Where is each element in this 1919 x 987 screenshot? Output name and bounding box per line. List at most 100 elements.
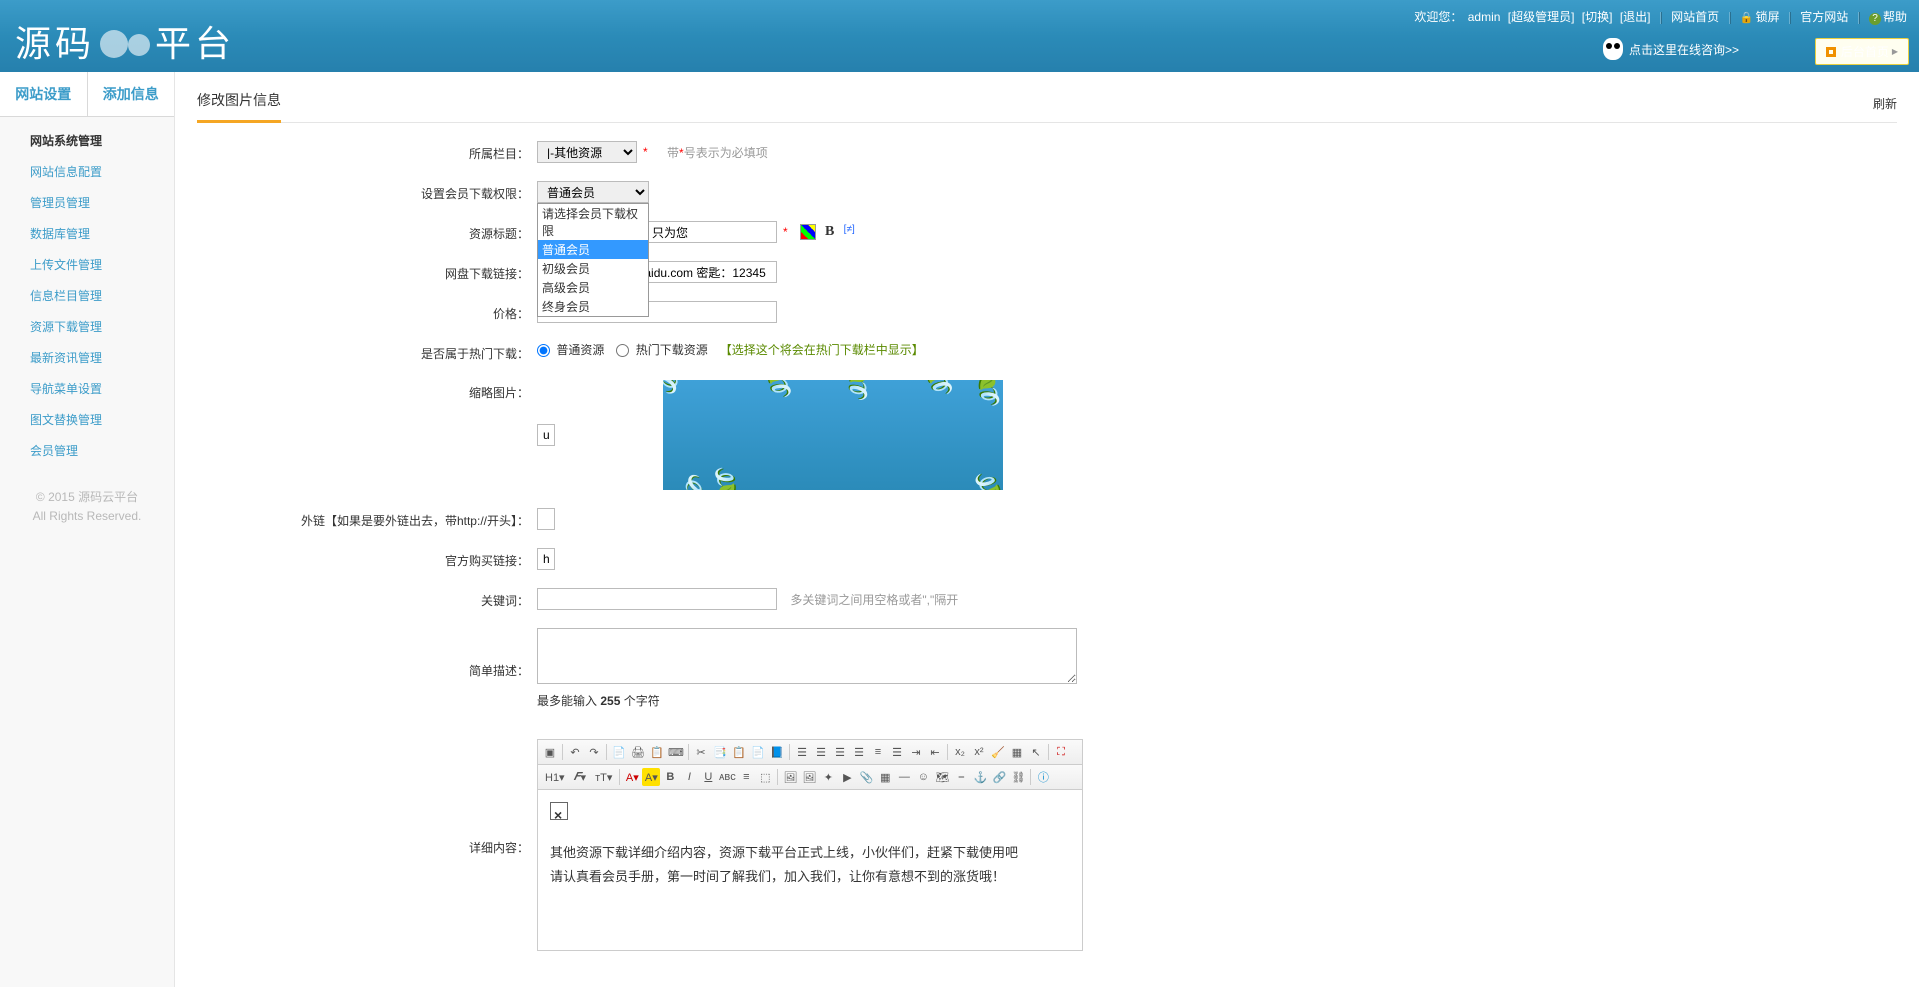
copy-icon[interactable]: 📑 xyxy=(711,743,729,761)
media-icon[interactable]: ▶ xyxy=(838,768,856,786)
source-icon[interactable]: ▣ xyxy=(541,743,559,761)
permission-select[interactable]: 普通会员 xyxy=(537,181,649,203)
italic-icon[interactable]: I xyxy=(680,768,698,786)
preview-icon[interactable]: 📄 xyxy=(610,743,628,761)
admin-link[interactable]: admin xyxy=(1468,10,1501,24)
required-star: * xyxy=(783,225,788,239)
paste-text-icon[interactable]: 📄 xyxy=(749,743,767,761)
row-description: 简单描述： 最多能输入 255 个字符 xyxy=(197,628,1897,709)
format-icon[interactable]: [≠] xyxy=(844,224,860,240)
emoji-icon[interactable]: ☺ xyxy=(914,768,932,786)
heading-icon[interactable]: H1▾ xyxy=(541,768,569,786)
top-links: 欢迎您： admin [超级管理员] [切换] [退出] 网站首页 锁屏 官方网… xyxy=(1414,8,1909,25)
menu-item[interactable]: 上传文件管理 xyxy=(0,249,174,280)
help-link[interactable]: 帮助 xyxy=(1869,10,1907,24)
lock-link[interactable]: 锁屏 xyxy=(1740,10,1780,24)
label: 外链【如果是要外链出去，带http://开头】： xyxy=(197,508,537,529)
unlink-icon[interactable]: ⛓ xyxy=(1009,768,1027,786)
menu-item[interactable]: 管理员管理 xyxy=(0,187,174,218)
bold-icon[interactable]: B xyxy=(661,768,679,786)
map-icon[interactable]: 🗺 xyxy=(933,768,951,786)
page-header: 修改图片信息 刷新 xyxy=(197,90,1897,123)
column-select[interactable]: |-其他资源 xyxy=(537,141,637,163)
perm-option[interactable]: 初级会员 xyxy=(538,259,648,278)
tab-site-settings[interactable]: 网站设置 xyxy=(0,72,88,116)
menu-item[interactable]: 资源下载管理 xyxy=(0,311,174,342)
align-right-icon[interactable]: ☰ xyxy=(831,743,849,761)
outdent-icon[interactable]: ⇤ xyxy=(926,743,944,761)
thumb-input[interactable] xyxy=(537,424,555,446)
print-icon[interactable]: 🖨 xyxy=(629,743,647,761)
multi-image-icon[interactable]: 🖼 xyxy=(800,768,818,786)
about-icon[interactable]: ⓘ xyxy=(1034,768,1052,786)
pagebreak-icon[interactable]: ⎯ xyxy=(952,768,970,786)
redo-icon[interactable]: ↷ xyxy=(585,743,603,761)
site-home-link[interactable]: 网站首页 xyxy=(1671,10,1719,24)
color-picker-icon[interactable] xyxy=(800,224,816,240)
undo-icon[interactable]: ↶ xyxy=(566,743,584,761)
menu-item[interactable]: 图文替换管理 xyxy=(0,404,174,435)
link-icon[interactable]: 🔗 xyxy=(990,768,1008,786)
row-thumbnail: 缩略图片： 🍃 🍃 🍃 🍃 🍃 🍃 🍃 🍃 xyxy=(197,380,1897,490)
menu-item[interactable]: 导航菜单设置 xyxy=(0,373,174,404)
paste-icon[interactable]: 📋 xyxy=(730,743,748,761)
unordered-list-icon[interactable]: ☰ xyxy=(888,743,906,761)
logout-link[interactable]: [退出] xyxy=(1620,10,1651,24)
backend-home-button[interactable]: 后台首页 ▶ xyxy=(1815,38,1909,65)
menu-item[interactable]: 网站信息配置 xyxy=(0,156,174,187)
align-left-icon[interactable]: ☰ xyxy=(793,743,811,761)
menu-item[interactable]: 网站系统管理 xyxy=(0,125,174,156)
external-link-input[interactable] xyxy=(537,508,555,530)
keyword-input[interactable] xyxy=(537,588,777,610)
menu-item[interactable]: 信息栏目管理 xyxy=(0,280,174,311)
indent-icon[interactable]: ⇥ xyxy=(907,743,925,761)
font-size-icon[interactable]: ᴛT▾ xyxy=(591,768,616,786)
qq-consult[interactable]: 点击这里在线咨询>> xyxy=(1603,38,1739,60)
ordered-list-icon[interactable]: ≡ xyxy=(869,743,887,761)
align-center-icon[interactable]: ☰ xyxy=(812,743,830,761)
perm-option[interactable]: 请选择会员下载权限 xyxy=(538,204,648,240)
cut-icon[interactable]: ✂ xyxy=(692,743,710,761)
perm-option[interactable]: 终身会员 xyxy=(538,297,648,316)
tab-add-info[interactable]: 添加信息 xyxy=(88,72,175,116)
perm-option[interactable]: 高级会员 xyxy=(538,278,648,297)
role-link[interactable]: [超级管理员] xyxy=(1508,10,1575,24)
bold-icon[interactable]: B xyxy=(822,224,838,240)
description-textarea[interactable] xyxy=(537,628,1077,684)
paste-word-icon[interactable]: 📘 xyxy=(768,743,786,761)
row-keywords: 关键词： 多关键词之间用空格或者","隔开 xyxy=(197,588,1897,610)
bg-color-icon[interactable]: A▾ xyxy=(642,768,660,786)
strike-icon[interactable]: ᴀʙᴄ xyxy=(718,768,736,786)
align-justify-icon[interactable]: ☰ xyxy=(850,743,868,761)
line-height-icon[interactable]: ≡ xyxy=(737,768,755,786)
menu-item[interactable]: 最新资讯管理 xyxy=(0,342,174,373)
select-all-icon[interactable]: ▦ xyxy=(1008,743,1026,761)
table-icon[interactable]: ▦ xyxy=(876,768,894,786)
hr-icon[interactable]: — xyxy=(895,768,913,786)
code-icon[interactable]: ⌨ xyxy=(667,743,685,761)
menu-item[interactable]: 数据库管理 xyxy=(0,218,174,249)
flash-icon[interactable]: ✦ xyxy=(819,768,837,786)
font-family-icon[interactable]: 𝑭▾ xyxy=(570,768,590,786)
subscript-icon[interactable]: x₂ xyxy=(951,743,969,761)
fullscreen-icon[interactable]: ⛶ xyxy=(1052,743,1070,761)
editor-body[interactable]: 其他资源下载详细介绍内容，资源下载平台正式上线，小伙伴们，赶紧下载使用吧 请认真… xyxy=(538,790,1082,950)
switch-link[interactable]: [切换] xyxy=(1582,10,1613,24)
anchor-icon[interactable]: ⚓ xyxy=(971,768,989,786)
refresh-link[interactable]: 刷新 xyxy=(1873,95,1897,122)
perm-option[interactable]: 普通会员 xyxy=(538,240,648,259)
underline-icon[interactable]: U xyxy=(699,768,717,786)
radio-normal[interactable]: 普通资源 xyxy=(537,341,604,358)
file-icon[interactable]: 📎 xyxy=(857,768,875,786)
clear-format-icon[interactable]: 🧹 xyxy=(989,743,1007,761)
superscript-icon[interactable]: x² xyxy=(970,743,988,761)
menu-item[interactable]: 会员管理 xyxy=(0,435,174,466)
official-link[interactable]: 官方网站 xyxy=(1800,10,1848,24)
text-color-icon[interactable]: A▾ xyxy=(623,768,641,786)
remove-format-icon[interactable]: ⬚ xyxy=(756,768,774,786)
radio-hot[interactable]: 热门下载资源 xyxy=(616,341,707,358)
buy-link-input[interactable] xyxy=(537,548,555,570)
template-icon[interactable]: 📋 xyxy=(648,743,666,761)
select-icon[interactable]: ↖ xyxy=(1027,743,1045,761)
image-icon[interactable]: 🖼 xyxy=(781,768,799,786)
